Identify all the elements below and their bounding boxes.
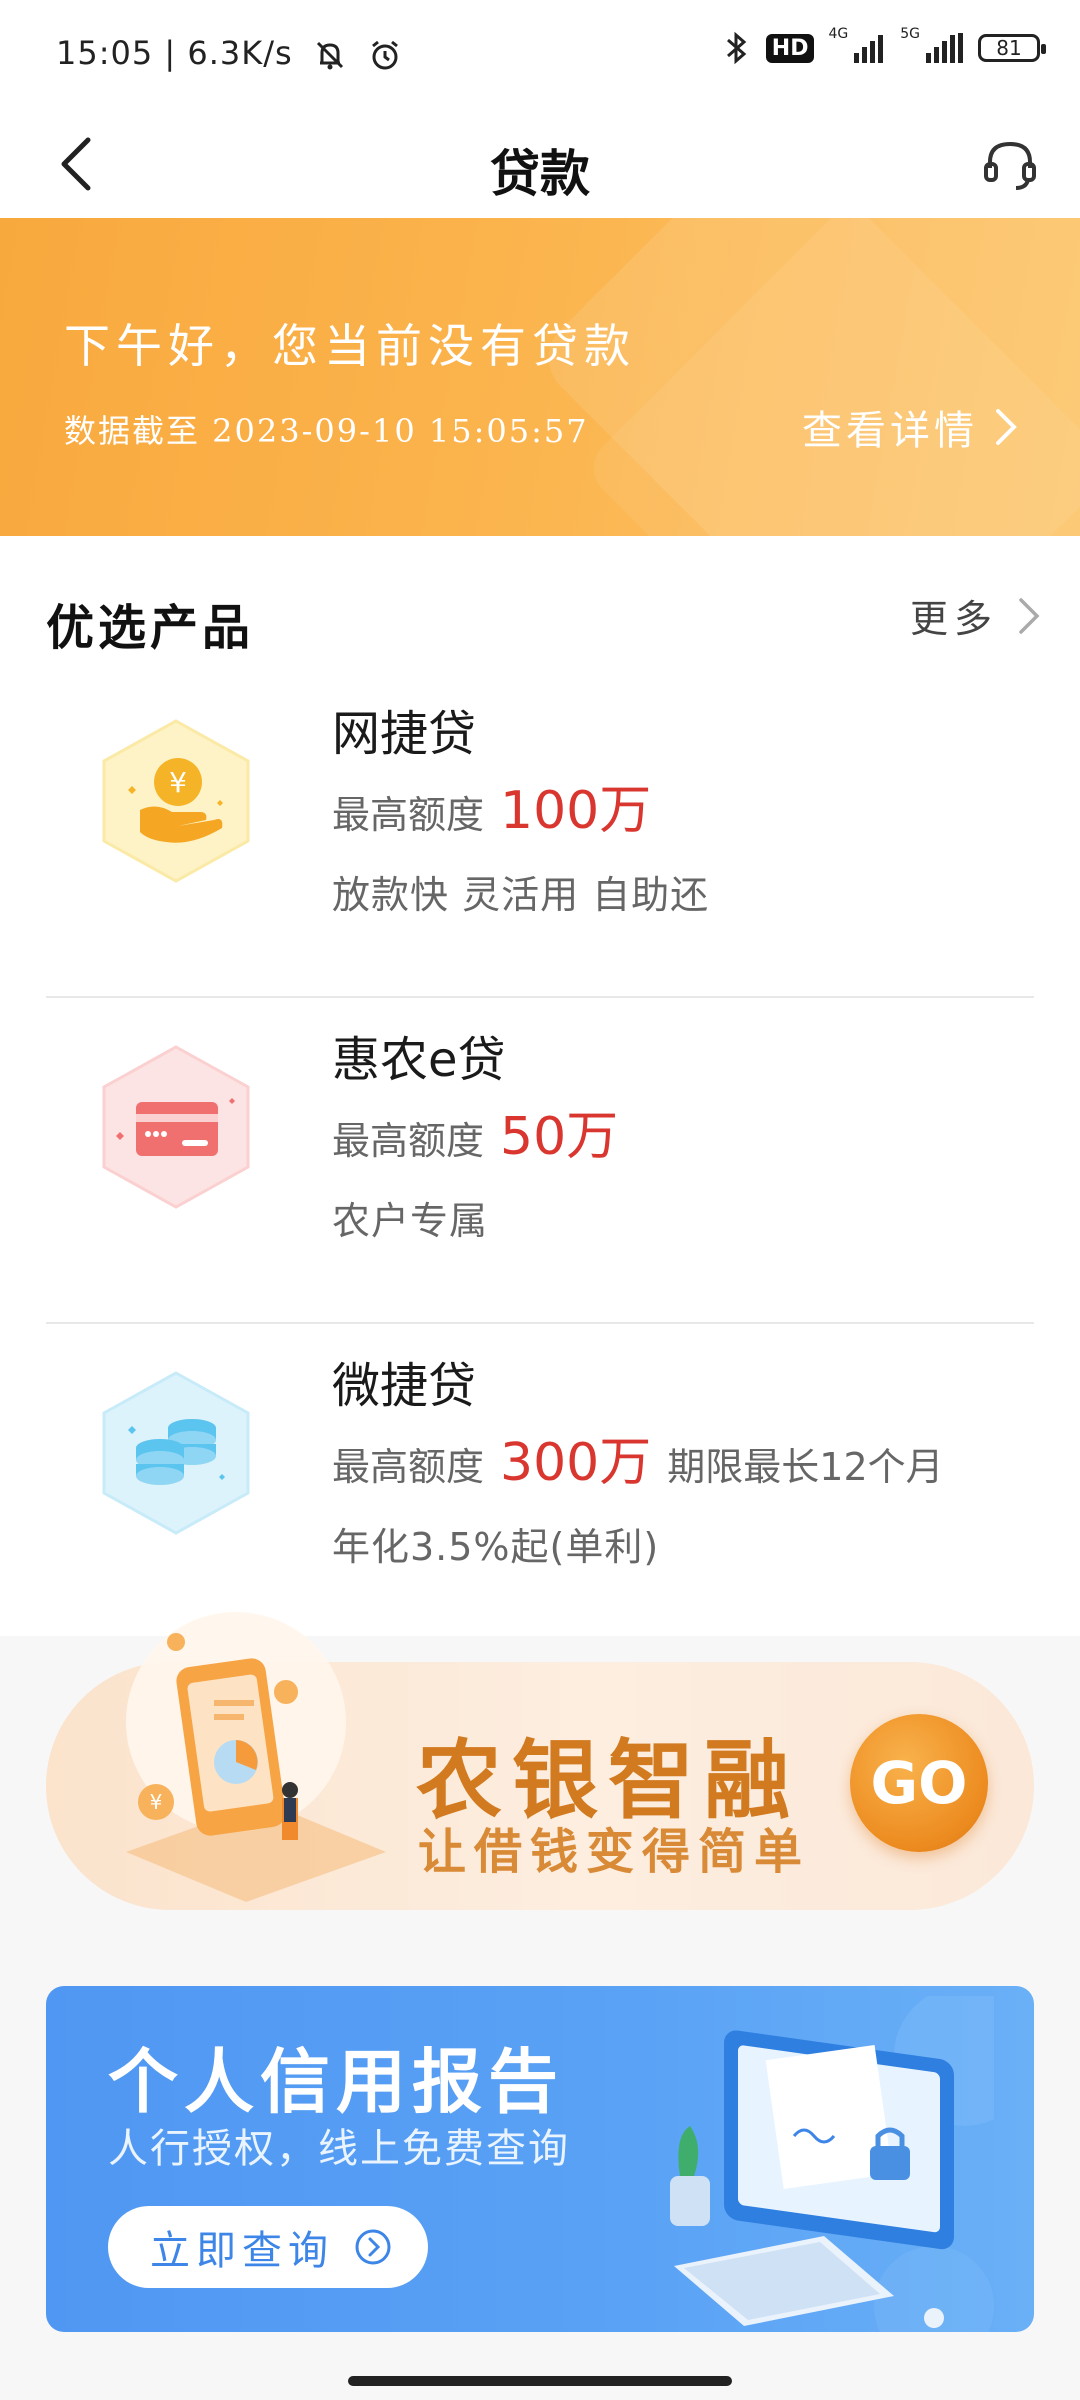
customer-service-button[interactable]: [970, 124, 1050, 204]
status-separator: |: [164, 34, 177, 72]
product-name: 微捷贷: [332, 1358, 477, 1414]
network-type-1: 4G: [828, 26, 849, 42]
limit-label: 最高额度: [332, 1445, 485, 1489]
featured-products-section: 优选产品 更多 ¥ 网捷贷 最高额度 100万 放款快 灵活用 自助还 惠农e贷…: [0, 536, 1080, 1636]
query-now-label: 立即查询: [150, 2228, 334, 2274]
circle-arrow-right-icon: [355, 2229, 391, 2265]
loan-status-banner: 下午好，您当前没有贷款 数据截至 2023-09-10 15:05:57 查看详…: [0, 218, 1080, 536]
more-label: 更多: [909, 597, 998, 641]
zhirong-subtitle: 让借钱变得简单: [418, 1824, 811, 1880]
zhirong-promo-banner[interactable]: ¥ 农银智融 让借钱变得简单 GO: [46, 1612, 1034, 1910]
product-tags: 年化3.5%起(单利): [332, 1525, 660, 1569]
status-right: HD 4G 5G 81: [722, 26, 1046, 66]
product-tags: 农户专属: [332, 1199, 489, 1243]
chevron-right-icon: [996, 409, 1017, 445]
status-bar: 15:05 | 6.3K/s HD 4G 5G 81: [0, 0, 1080, 110]
status-time: 15:05: [56, 34, 154, 72]
battery-level: 81: [996, 36, 1022, 60]
battery-icon: 81: [978, 34, 1046, 62]
status-left: 15:05 | 6.3K/s: [56, 34, 403, 73]
product-limit: 最高额度 300万 期限最长12个月: [332, 1420, 944, 1495]
network-speed: 6.3K/s: [187, 34, 293, 72]
credit-card-icon: [102, 1045, 250, 1209]
product-wangjiedai[interactable]: ¥ 网捷贷 最高额度 100万 放款快 灵活用 自助还: [46, 672, 1034, 998]
term-info: 期限最长12个月: [667, 1445, 944, 1489]
limit-value: 300万: [500, 1433, 652, 1493]
product-name: 网捷贷: [332, 706, 477, 762]
credit-report-title: 个人信用报告: [108, 2041, 564, 2123]
svg-text:¥: ¥: [169, 766, 187, 799]
mute-bell-icon: [316, 41, 343, 70]
bluetooth-icon: [726, 31, 747, 65]
product-limit: 最高额度 50万: [332, 1094, 618, 1169]
product-name: 惠农e贷: [332, 1032, 506, 1088]
coin-stack-icon: [102, 1371, 250, 1535]
headset-icon: [984, 141, 1036, 190]
limit-value: 50万: [500, 1107, 619, 1167]
product-huinong-edai[interactable]: 惠农e贷 最高额度 50万 农户专属: [46, 998, 1034, 1324]
page-title: 贷款: [490, 144, 590, 203]
credit-report-banner[interactable]: 个人信用报告 人行授权，线上免费查询 立即查询: [46, 1986, 1034, 2332]
greeting-text: 下午好，您当前没有贷款: [64, 319, 636, 373]
network-type-2: 5G: [900, 26, 920, 42]
section-title: 优选产品: [46, 600, 255, 656]
nav-bar: 贷款: [0, 110, 1080, 218]
signal-icon-2: [926, 33, 963, 63]
hand-coin-icon: ¥: [102, 719, 250, 883]
home-indicator[interactable]: [348, 2376, 732, 2386]
phone-finance-illustration: ¥: [126, 1612, 386, 1902]
hd-badge: HD: [765, 33, 815, 63]
view-details-link[interactable]: 查看详情: [802, 398, 1018, 456]
product-tags: 放款快 灵活用 自助还: [332, 873, 710, 917]
go-button[interactable]: GO: [850, 1714, 988, 1852]
more-products-link[interactable]: 更多: [910, 588, 1040, 643]
svg-text:¥: ¥: [150, 1790, 163, 1814]
alarm-icon: [372, 40, 398, 70]
view-details-label: 查看详情: [802, 408, 978, 454]
query-now-button[interactable]: 立即查询: [108, 2206, 428, 2288]
credit-report-subtitle: 人行授权，线上免费查询: [108, 2126, 570, 2172]
limit-label: 最高额度: [332, 1119, 485, 1163]
product-limit: 最高额度 100万: [332, 768, 651, 843]
limit-value: 100万: [500, 781, 652, 841]
computer-report-illustration: [670, 1996, 994, 2332]
chevron-right-icon: [1019, 597, 1040, 634]
limit-label: 最高额度: [332, 793, 485, 837]
signal-icon: [854, 35, 884, 63]
data-timestamp: 数据截至 2023-09-10 15:05:57: [64, 412, 589, 450]
